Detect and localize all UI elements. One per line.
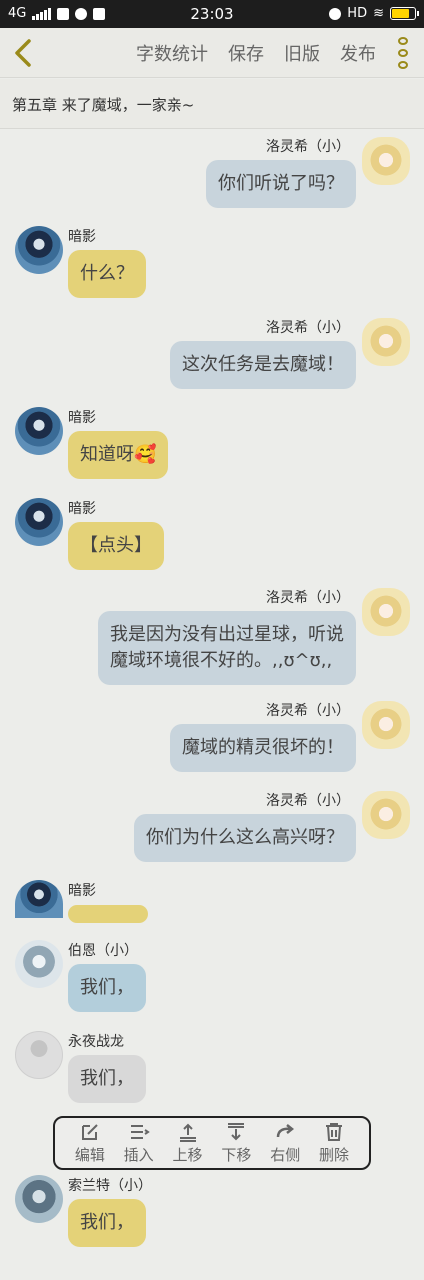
avatar[interactable] [15,1175,63,1223]
message-bubble[interactable]: 你们为什么这么高兴呀？ [134,814,356,862]
wifi-icon: ≋ [373,6,384,21]
right-side-label: 右侧 [270,1146,301,1164]
avatar[interactable] [15,226,63,274]
chevron-left-icon [15,39,31,67]
speaker-name: 永夜战龙 [68,1034,124,1050]
speaker-name: 暗影 [68,410,96,426]
more-dot-icon [398,37,408,45]
message-bubble[interactable]: 魔域的精灵很坏的！ [170,724,356,772]
message-line: 魔域环境很不好的。,,ʊ^ʊ,, [110,650,333,671]
avatar[interactable] [15,1031,63,1079]
avatar[interactable] [362,791,410,839]
speaker-name: 暗影 [68,229,96,245]
delete-button[interactable]: 删除 [312,1121,356,1165]
back-button[interactable] [6,36,40,70]
redo-icon [276,1124,295,1138]
speaker-name: 洛灵希（小） [266,590,350,606]
speaker-name: 暗影 [68,883,96,899]
message-bubble[interactable]: 我是因为没有出过星球，听说 魔域环境很不好的。,,ʊ^ʊ,, [98,611,356,685]
trash-icon [326,1123,343,1141]
message-bubble[interactable]: 知道呀🥰 [68,431,169,479]
avatar[interactable] [15,940,63,988]
edit-icon [81,1124,98,1140]
message-bubble[interactable]: 你们听说了吗？ [206,160,356,208]
message-bubble[interactable]: 我们， [68,964,146,1012]
hd-badge: HD [347,6,368,21]
speaker-name: 暗影 [68,501,96,517]
message-bubble[interactable]: 我们， [68,1199,146,1247]
move-down-button[interactable]: 下移 [214,1121,258,1165]
speaker-name: 洛灵希（小） [266,703,350,719]
delete-label: 删除 [319,1146,350,1164]
message-bubble[interactable] [68,905,148,923]
avatar[interactable] [362,318,410,366]
speaker-name: 洛灵希（小） [266,320,350,336]
battery-icon [390,7,419,20]
status-bar: 4G 23:03 HD ≋ [0,0,424,28]
message-bubble[interactable]: 我们， [68,1055,146,1103]
publish-button[interactable]: 发布 [340,40,376,66]
right-side-button[interactable]: 右侧 [263,1121,307,1165]
more-menu-button[interactable] [394,37,412,69]
avatar[interactable] [362,701,410,749]
editor-header: 字数统计 保存 旧版 发布 [0,28,424,78]
message-action-toolbar: 编辑 插入 上移 下移 右侧 删除 [53,1116,371,1170]
move-up-icon [179,1123,196,1142]
speaker-name: 洛灵希（小） [266,793,350,809]
edit-button[interactable]: 编辑 [68,1121,112,1165]
message-bubble[interactable]: 【点头】 [68,522,164,570]
message-line: 我是因为没有出过星球，听说 [110,624,344,645]
message-bubble[interactable]: 这次任务是去魔域！ [170,341,356,389]
insert-button[interactable]: 插入 [117,1121,161,1165]
more-dot-icon [398,49,408,57]
more-dot-icon [398,61,408,69]
avatar[interactable] [362,588,410,636]
save-button[interactable]: 保存 [228,40,264,66]
move-down-label: 下移 [221,1146,252,1164]
speaker-name: 索兰特（小） [68,1178,152,1194]
insert-label: 插入 [123,1146,154,1164]
speaker-name: 洛灵希（小） [266,139,350,155]
message-bubble[interactable]: 什么？ [68,250,146,298]
insert-icon [130,1125,150,1139]
old-version-button[interactable]: 旧版 [284,40,320,66]
edit-label: 编辑 [74,1146,105,1164]
avatar[interactable] [362,137,410,185]
word-count-button[interactable]: 字数统计 [136,40,208,66]
speaker-name: 伯恩（小） [68,943,138,959]
avatar[interactable] [15,880,63,918]
alarm-icon [329,7,342,20]
move-down-icon [228,1123,245,1141]
move-up-label: 上移 [172,1146,203,1164]
chapter-title: 第五章 来了魔域，一家亲~ [0,79,424,129]
avatar[interactable] [15,498,63,546]
avatar[interactable] [15,407,63,455]
move-up-button[interactable]: 上移 [166,1121,210,1165]
